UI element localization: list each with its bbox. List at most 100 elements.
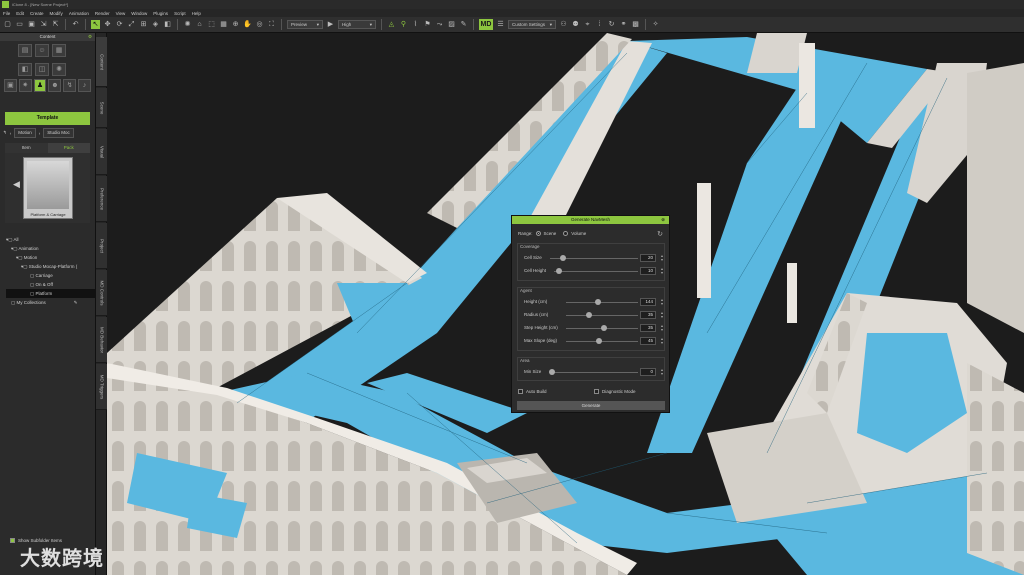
orbit-icon[interactable]: ◎ — [255, 20, 264, 29]
camera-icon[interactable]: ◫ — [35, 63, 49, 76]
auto-build-checkbox[interactable]: Auto Build — [518, 389, 547, 394]
height-slider[interactable] — [595, 299, 601, 305]
animation-icon[interactable]: ↯ — [63, 79, 77, 92]
tab-project[interactable]: Project — [96, 223, 107, 269]
height-input[interactable]: 144 — [640, 298, 656, 306]
new-file-icon[interactable]: ▢ — [3, 20, 12, 29]
light-icon[interactable]: ✺ — [183, 20, 192, 29]
project-icon[interactable]: ▤ — [18, 44, 32, 57]
template-tab[interactable]: Template — [5, 112, 90, 125]
spinner-icon[interactable]: ▴ ▾ — [661, 337, 663, 345]
tree-item[interactable]: ▢ Platform — [6, 289, 95, 298]
zoom-icon[interactable]: ⊕ — [231, 20, 240, 29]
prop-icon[interactable]: ◧ — [18, 63, 32, 76]
tree-item[interactable]: ▾▢ Studio Mocap-Platform ( — [6, 262, 95, 271]
tab-scene[interactable]: Scene — [96, 88, 107, 128]
scale-icon[interactable]: ⤢ — [127, 20, 136, 29]
spinner-icon[interactable]: ▴ ▾ — [661, 324, 663, 332]
compass-icon[interactable]: ✧ — [651, 20, 660, 29]
move-icon[interactable]: ✥ — [103, 20, 112, 29]
frame-icon[interactable]: ⬚ — [207, 20, 216, 29]
menu-view[interactable]: View — [116, 11, 126, 16]
tab-content[interactable]: Content — [96, 37, 107, 87]
tab-pack[interactable]: Pack — [47, 143, 90, 153]
tab-md-controls[interactable]: MD Controls — [96, 270, 107, 316]
export-icon[interactable]: ⇱ — [51, 20, 60, 29]
breadcrumb-studio[interactable]: Studio Moc — [43, 128, 74, 138]
spinner-icon[interactable]: ▴ ▾ — [661, 267, 663, 275]
chevron-left-icon[interactable]: ◀ — [13, 179, 20, 190]
path-icon[interactable]: ⤳ — [435, 20, 444, 29]
menu-window[interactable]: Window — [131, 11, 147, 16]
tab-visual[interactable]: Visual — [96, 129, 107, 175]
back-icon[interactable]: ↰ — [3, 130, 7, 136]
flag-icon[interactable]: ⚑ — [423, 20, 432, 29]
min-size-input[interactable]: 0 — [640, 368, 656, 376]
select-icon[interactable]: ↖ — [91, 20, 100, 29]
pencil-icon[interactable]: ✎ — [74, 300, 78, 305]
pack-thumbnail[interactable]: Platform & Carriage — [23, 157, 73, 219]
dots-grid-icon[interactable]: ⁞ — [595, 20, 604, 29]
image-icon[interactable]: ▣ — [4, 79, 17, 92]
fit-icon[interactable]: ⛶ — [267, 20, 276, 29]
tree-item[interactable]: ▾▢ All — [6, 235, 95, 244]
target-icon[interactable]: ⌖ — [583, 20, 592, 29]
quality-select[interactable]: High ▾ — [338, 20, 376, 29]
face-icon[interactable]: ☻ — [48, 79, 62, 92]
cell-size-slider[interactable] — [560, 255, 566, 261]
brush-icon[interactable]: ✎ — [459, 20, 468, 29]
cell-height-input[interactable]: 10 — [640, 267, 656, 275]
max-slope-slider[interactable] — [596, 338, 602, 344]
save-icon[interactable]: ▣ — [27, 20, 36, 29]
menu-file[interactable]: File — [3, 11, 10, 16]
menu-help[interactable]: Help — [192, 11, 201, 16]
menu-script[interactable]: Script — [174, 11, 186, 16]
menu-create[interactable]: Create — [30, 11, 44, 16]
refresh-icon[interactable]: ↻ — [607, 20, 616, 29]
render-icon[interactable]: ▶ — [326, 20, 335, 29]
radius-slider[interactable] — [586, 312, 592, 318]
gear-icon[interactable]: ⚙ — [88, 33, 92, 41]
spinner-icon[interactable]: ▴ ▾ — [661, 254, 663, 262]
step-height-input[interactable]: 35 — [640, 324, 656, 332]
motion-icon[interactable]: ♟ — [33, 79, 47, 92]
pan-icon[interactable]: ✋ — [243, 20, 252, 29]
spinner-icon[interactable]: ▴ ▾ — [661, 311, 663, 319]
tab-preference[interactable]: Preference — [96, 176, 107, 222]
diagnostic-mode-checkbox[interactable]: Diagnostic Mode — [594, 389, 636, 394]
matrix-icon[interactable]: ▩ — [631, 20, 640, 29]
cell-size-input[interactable]: 20 — [640, 254, 656, 262]
undo-icon[interactable]: ↶ — [71, 20, 80, 29]
range-volume-radio[interactable] — [563, 231, 569, 236]
tree-item[interactable]: ▾▢ Animation — [6, 244, 95, 253]
link-icon[interactable]: ⚭ — [619, 20, 628, 29]
mask-icon[interactable]: ▨ — [447, 20, 456, 29]
custom-settings-select[interactable]: Custom Settings ▾ — [508, 20, 556, 29]
min-size-slider[interactable] — [549, 369, 555, 375]
tree-item[interactable]: ▾▢ Motion — [6, 253, 95, 262]
tree-item[interactable]: ▢ On & Off — [6, 280, 95, 289]
close-icon[interactable]: ⊗ — [661, 216, 665, 224]
open-folder-icon[interactable]: ▭ — [15, 20, 24, 29]
tree-item[interactable]: ▢ Carriage — [6, 271, 95, 280]
sound-icon[interactable]: ♪ — [78, 79, 91, 92]
crowd-icon[interactable]: ⚉ — [571, 20, 580, 29]
character-icon[interactable]: ☺ — [35, 44, 49, 57]
snap-icon[interactable]: ⊞ — [139, 20, 148, 29]
menu-plugins[interactable]: Plugins — [153, 11, 168, 16]
radius-input[interactable]: 35 — [640, 311, 656, 319]
generate-button[interactable]: Generate — [517, 401, 665, 410]
import-icon[interactable]: ⇲ — [39, 20, 48, 29]
max-slope-input[interactable]: 45 — [640, 337, 656, 345]
pivot-icon[interactable]: ◈ — [151, 20, 160, 29]
walk-icon[interactable]: ⚲ — [399, 20, 408, 29]
menu-animation[interactable]: Animation — [69, 11, 89, 16]
tab-md-behavior[interactable]: MD Behavior — [96, 317, 107, 363]
fx-icon[interactable]: ✷ — [18, 79, 32, 92]
tree-item[interactable]: ▢ My Collections ✎ — [6, 298, 95, 307]
spinner-icon[interactable]: ▴ ▾ — [661, 298, 663, 306]
motion-director-logo[interactable]: MD — [479, 19, 493, 30]
step-height-slider[interactable] — [601, 325, 607, 331]
terrain-icon[interactable]: ⌇ — [411, 20, 420, 29]
home-icon[interactable]: ⌂ — [195, 20, 204, 29]
